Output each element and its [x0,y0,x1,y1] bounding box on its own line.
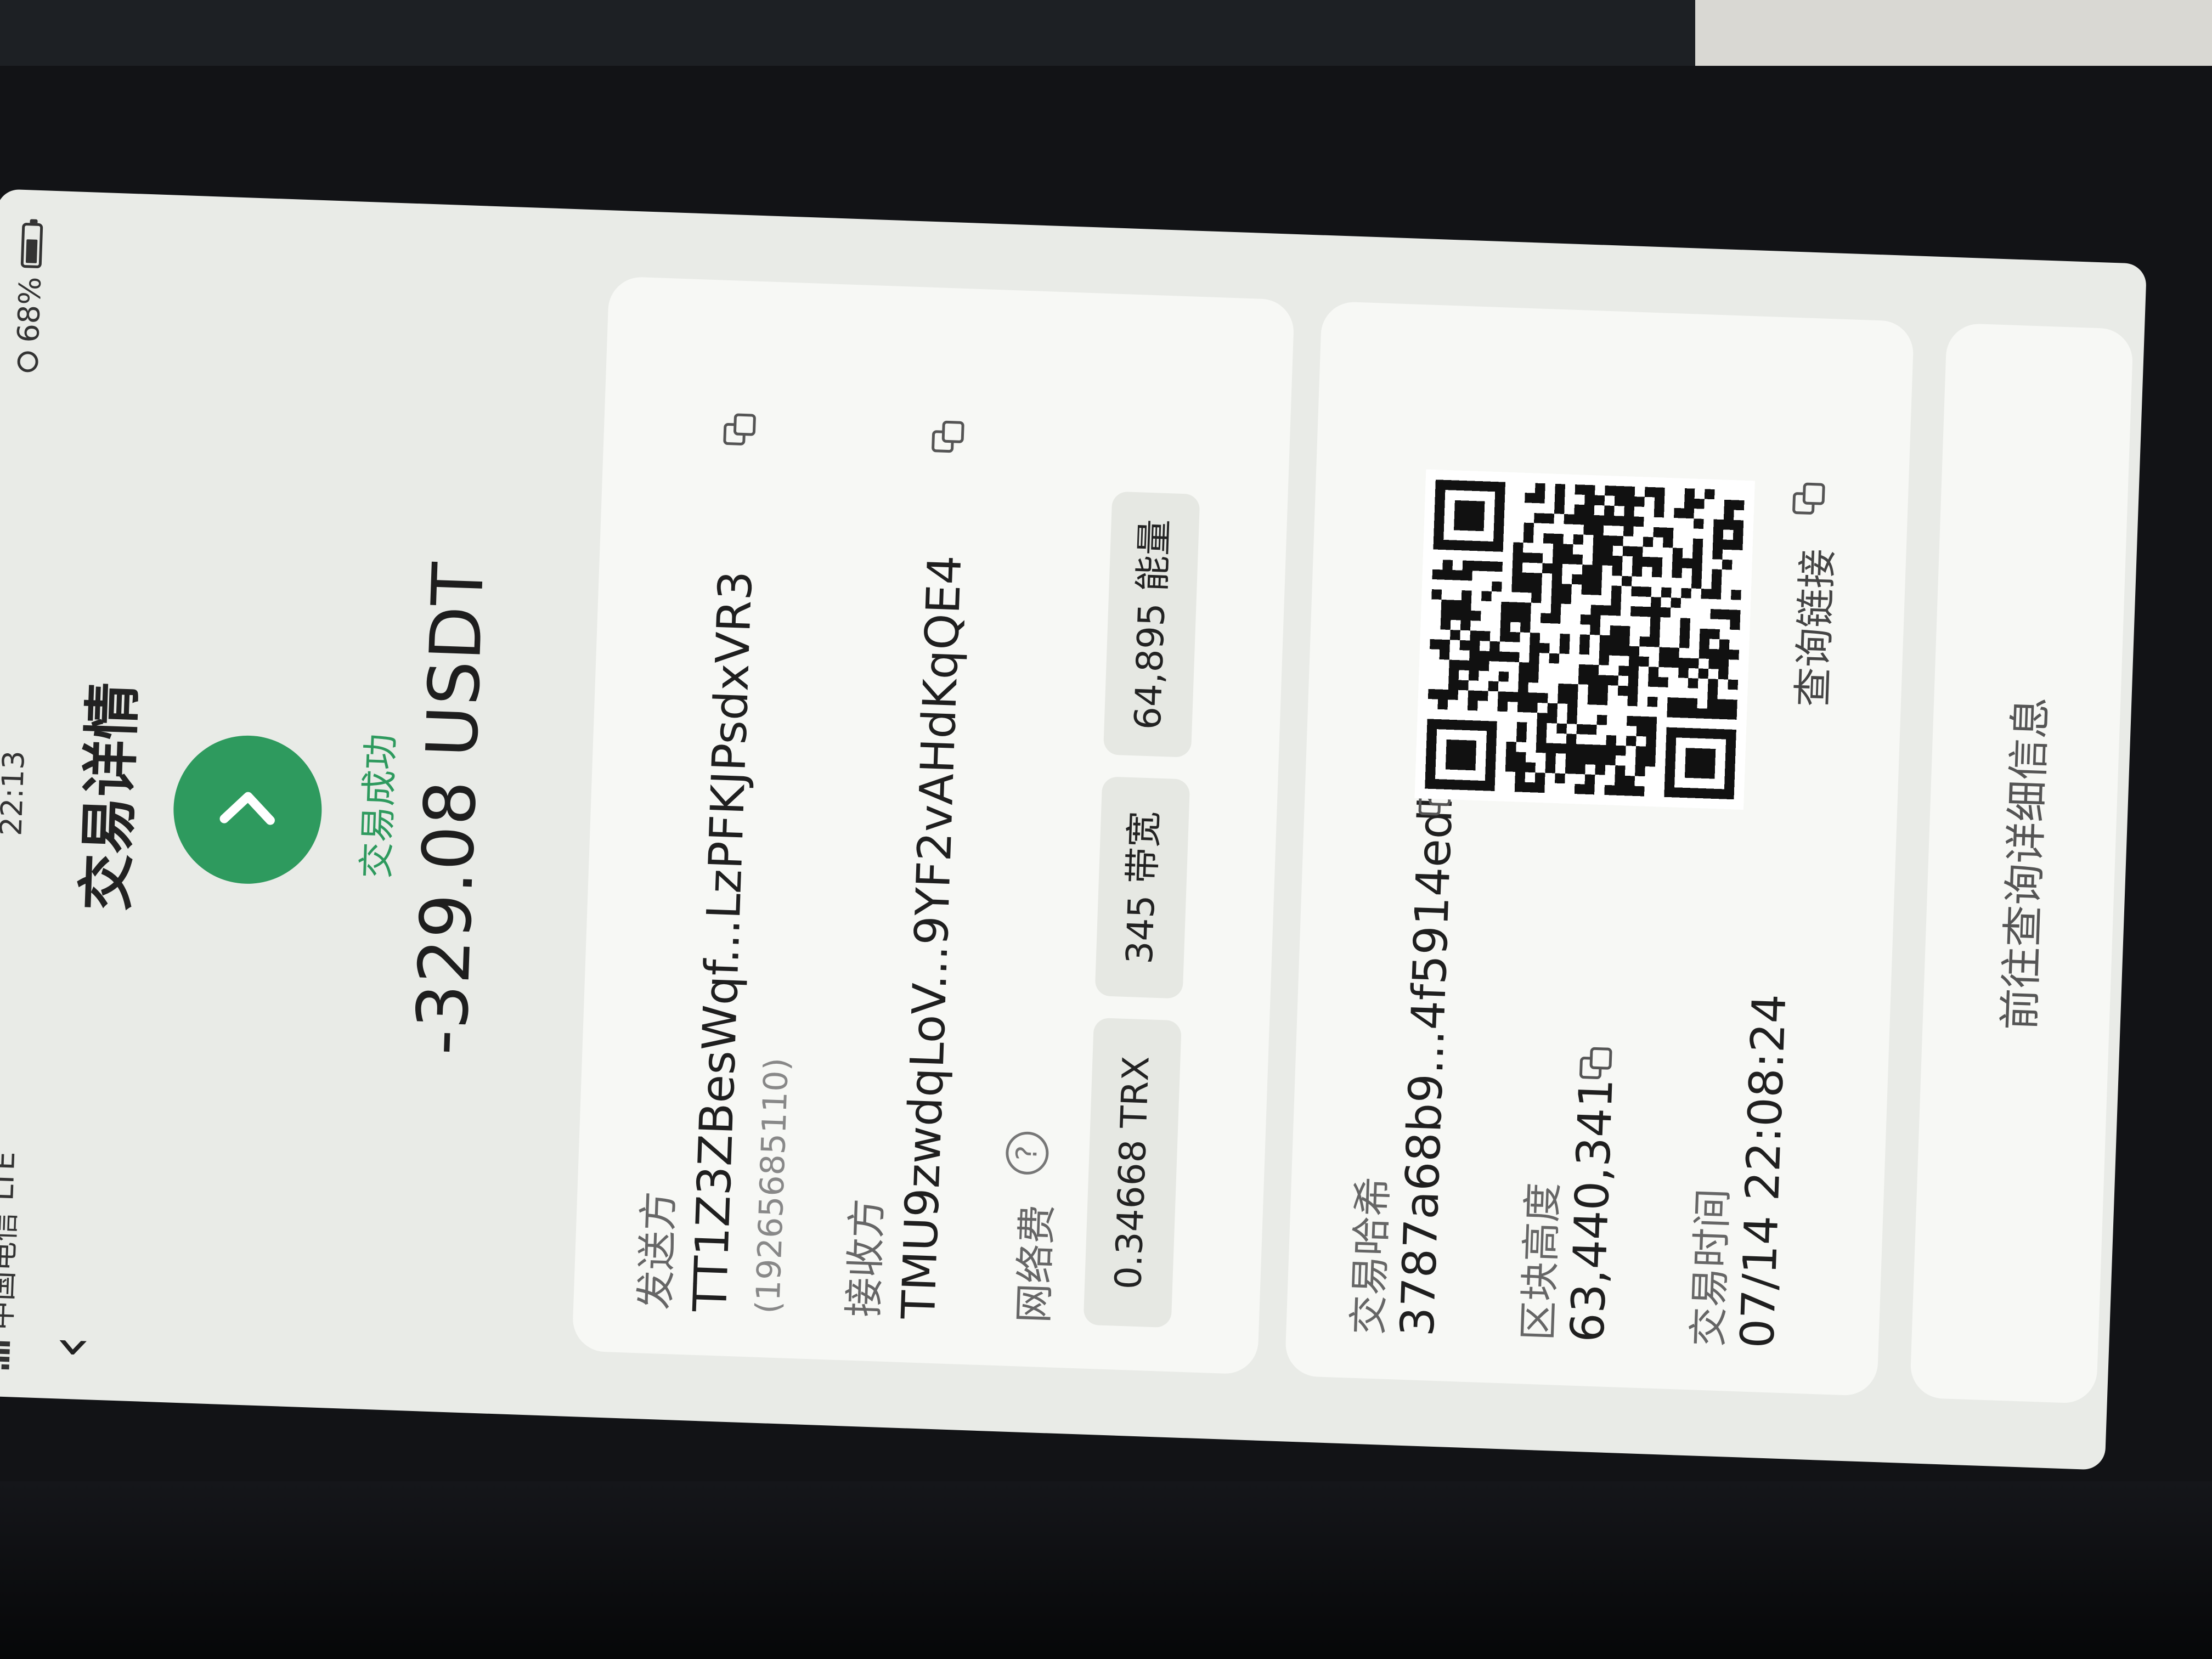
sender-address: TT1Z3ZBesWqf...LzPFKJPsdxVR3 [682,569,763,1313]
transaction-hash: 3787a68b9...4f5914edb1 [1390,750,1465,1338]
sender-label: 发送方 [632,1190,682,1311]
receiver-label: 接收方 [840,1198,891,1318]
success-check-icon [171,733,324,887]
copy-link-icon[interactable] [1792,482,1825,515]
copy-sender-icon[interactable] [723,413,756,446]
rotation-lock-icon [16,351,38,373]
query-link-label: 查询链接 [1789,548,1841,708]
qr-code [1414,469,1755,810]
details-link[interactable]: 前往查询详细信息 [1985,696,2057,1031]
fee-label: 网络费 [1010,1204,1061,1324]
fee-trx-chip: 0.34668 TRX [1083,1017,1182,1328]
background-surface [1695,0,2212,66]
copy-block-icon[interactable] [1579,1047,1612,1080]
fee-energy-chip: 64,895 能量 [1103,491,1200,758]
hash-label: 交易哈希 [1345,1176,1397,1336]
details-link-card[interactable]: 前往查询详细信息 [1909,323,2134,1404]
battery-percent: 68% [10,276,48,343]
block-label: 区块高度 [1515,1182,1567,1341]
status-right: 68% [10,222,49,373]
copy-receiver-icon[interactable] [932,420,964,453]
phone-bottom-edge [0,1481,2212,1659]
time-label: 交易时间 [1684,1188,1736,1347]
sender-note: (19265685110) [748,1057,797,1314]
parties-card: 发送方 TT1Z3ZBesWqf...LzPFKJPsdxVR3 (192656… [572,276,1295,1375]
transaction-card: 交易哈希 3787a68b9...4f5914edb1 区块高度 63,440,… [1284,301,1915,1397]
battery-icon [20,222,43,269]
page-title: 交易详情 [72,681,148,912]
fee-bandwidth-chip: 345 带宽 [1094,776,1190,999]
receiver-address: TMU9zwdqLoV...9YF2vAHdKqQE4 [891,554,972,1320]
block-height: 63,440,341 [1560,1077,1623,1344]
transaction-detail-screen: 中国电信 LTE 22:13 68% ‹ 交易详情 交易成功 -329.08 U… [0,189,2147,1470]
help-icon[interactable]: ? [1005,1131,1049,1176]
transaction-time: 07/14 22:08:24 [1730,993,1797,1350]
